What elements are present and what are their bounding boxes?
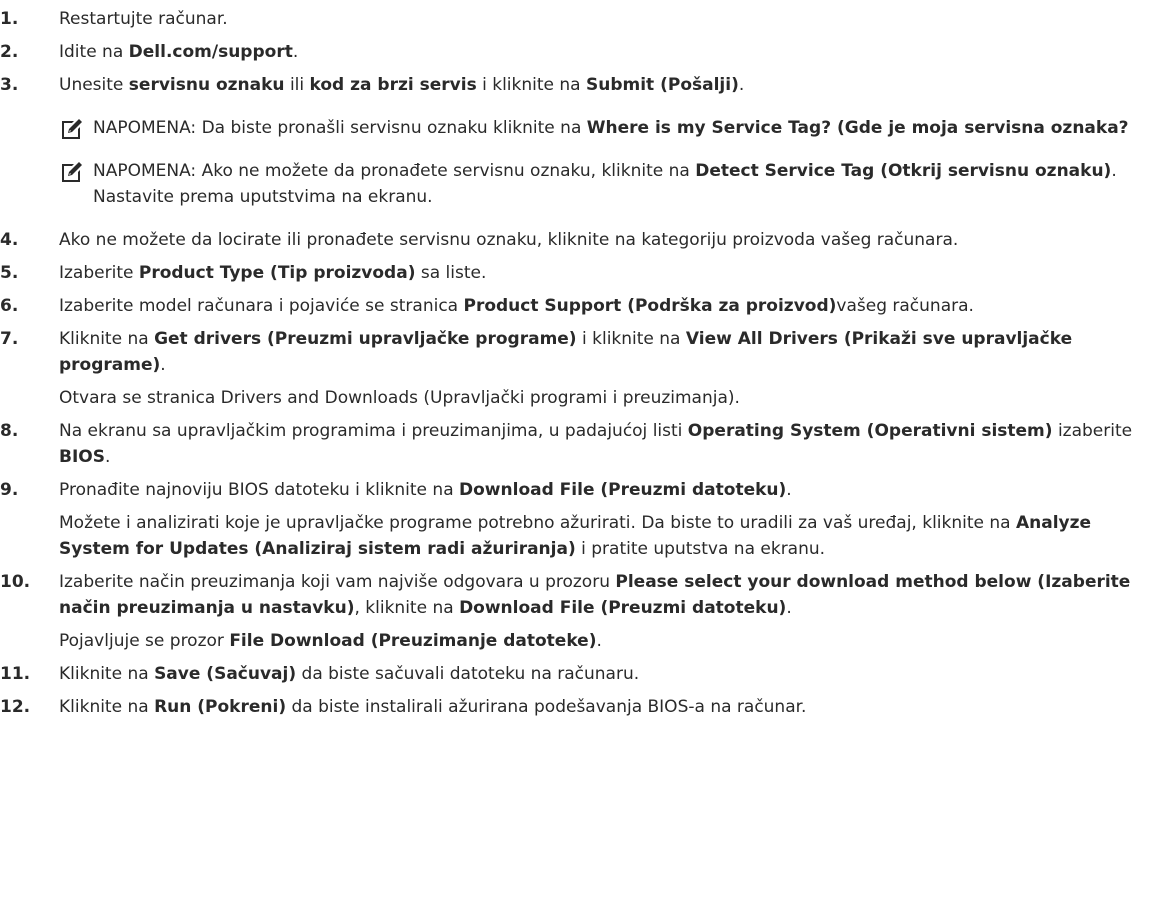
text-run: Izaberite — [59, 263, 139, 283]
bold-term: Product Support (Podrška za proizvod) — [463, 296, 837, 316]
list-item-step: 2. Idite na Dell.com/support. — [0, 39, 1171, 65]
instruction-document: 1. Restartujte računar. 2. Idite na Dell.co… — [0, 0, 1171, 720]
step-number: 10. — [0, 572, 31, 592]
step-number: 7. — [0, 329, 19, 349]
list-item-step: 11. Kliknite na Save (Sačuvaj) da biste s… — [0, 661, 1171, 687]
text-run: Otvara se stranica Drivers and Downloads… — [59, 388, 740, 408]
text-run: . — [292, 42, 299, 62]
step-text: Pronađite najnoviju BIOS datoteku i klik… — [59, 477, 1163, 503]
text-run: Kliknite na — [59, 664, 155, 684]
text-run: Izaberite način preuzimanja koji vam naj… — [59, 572, 616, 592]
list-item-step: 4. Ako ne možete da locirate ili pronađet… — [0, 227, 1171, 253]
step-text: Izaberite način preuzimanja koji vam naj… — [59, 569, 1163, 621]
text-run: , kliknite na — [354, 598, 460, 618]
bold-term: Get drivers (Preuzmi upravljačke program… — [154, 329, 577, 349]
list-item-step: 7. Kliknite na Get drivers (Preuzmi uprav… — [0, 326, 1171, 411]
bold-term: Where is my Service Tag? (Gde je moja se… — [586, 118, 1129, 138]
text-run: Da biste pronašli servisnu oznaku klikni… — [196, 118, 587, 138]
text-run: . — [104, 447, 111, 467]
text-run: Pojavljuje se prozor — [59, 631, 230, 651]
text-run: . — [786, 598, 792, 618]
step-text: Izaberite model računara i pojaviće se s… — [59, 293, 1163, 319]
text-run: . — [738, 75, 745, 95]
step-text: Na ekranu sa upravljačkim programima i p… — [59, 418, 1163, 470]
bold-term: servisnu oznaku — [128, 75, 285, 95]
list-item-step: 9. Pronađite najnoviju BIOS datoteku i kl… — [0, 477, 1171, 562]
note-block: NAPOMENA: Da biste pronašli servisnu ozn… — [0, 115, 1171, 141]
step-followup-text: Otvara se stranica Drivers and Downloads… — [59, 385, 1163, 411]
text-run: Ako ne možete da locirate ili pronađete … — [59, 230, 959, 250]
step-number: 11. — [0, 664, 31, 684]
list-item-step: 8. Na ekranu sa upravljačkim programima i… — [0, 418, 1171, 470]
bold-term: BIOS — [59, 447, 105, 467]
step-text: Kliknite na Run (Pokreni) da biste insta… — [59, 694, 1163, 720]
step-number: 6. — [0, 296, 19, 316]
step-number: 8. — [0, 421, 19, 441]
text-run: Idite na — [59, 42, 129, 62]
note-block: NAPOMENA: Ako ne možete da pronađete ser… — [0, 158, 1171, 210]
step-text: Unesite servisnu oznaku ili kod za brzi … — [59, 72, 1163, 98]
bold-term: kod za brzi servis — [309, 75, 477, 95]
list-item-step: 3. Unesite servisnu oznaku ili kod za brz… — [0, 72, 1171, 98]
list-item-step: 1. Restartujte računar. — [0, 6, 1171, 32]
list-item-step: 10. Izaberite način preuzimanja koji vam … — [0, 569, 1171, 654]
text-run: Možete i analizirati koje je upravljačke… — [59, 513, 1016, 533]
text-run: Izaberite model računara i pojaviće se s… — [59, 296, 464, 316]
step-number: 4. — [0, 230, 19, 250]
text-run: Na ekranu sa upravljačkim programima i p… — [59, 421, 688, 441]
bold-term: Operating System (Operativni sistem) — [687, 421, 1053, 441]
bold-term: Submit (Pošalji) — [585, 75, 739, 95]
note-text: NAPOMENA: Da biste pronašli servisnu ozn… — [93, 118, 1129, 138]
text-run: ili — [284, 75, 310, 95]
text-run: sa liste. — [415, 263, 487, 283]
list-item-step: 6. Izaberite model računara i pojaviće se… — [0, 293, 1171, 319]
step-followup-text: Pojavljuje se prozor File Download (Preu… — [59, 628, 1163, 654]
bold-term: Dell.com/support — [128, 42, 293, 62]
text-run: i pratite uputstva na ekranu. — [575, 539, 826, 559]
text-run: Kliknite na — [59, 697, 155, 717]
text-run: . — [786, 480, 792, 500]
text-run: i kliknite na — [476, 75, 586, 95]
bold-term: Run (Pokreni) — [154, 697, 287, 717]
text-run: Ako ne možete da pronađete servisnu ozna… — [196, 161, 696, 181]
step-text: Ako ne možete da locirate ili pronađete … — [59, 227, 1163, 253]
text-run: izaberite — [1052, 421, 1133, 441]
bold-term: Product Type (Tip proizvoda) — [138, 263, 416, 283]
list-item-step: 12. Kliknite na Run (Pokreni) da biste in… — [0, 694, 1171, 720]
step-text: Izaberite Product Type (Tip proizvoda) s… — [59, 260, 1163, 286]
step-number: 9. — [0, 480, 19, 500]
text-run: da biste sačuvali datoteku na računaru. — [296, 664, 640, 684]
step-number: 1. — [0, 9, 19, 29]
step-number: 3. — [0, 75, 19, 95]
list-item-step: 5. Izaberite Product Type (Tip proizvoda)… — [0, 260, 1171, 286]
bold-term: Download File (Preuzmi datoteku) — [459, 598, 787, 618]
text-run: i kliknite na — [576, 329, 686, 349]
step-text: Kliknite na Get drivers (Preuzmi upravlj… — [59, 326, 1163, 378]
text-run: Pronađite najnoviju BIOS datoteku i klik… — [59, 480, 460, 500]
bold-term: Save (Sačuvaj) — [154, 664, 297, 684]
text-run: Restartujte računar. — [59, 9, 228, 29]
text-run: NAPOMENA: — [93, 118, 197, 138]
text-run: da biste instalirali ažurirana podešavan… — [286, 697, 807, 717]
text-run: . — [160, 355, 166, 375]
step-text: Idite na Dell.com/support. — [59, 39, 1163, 65]
bold-term: File Download (Preuzimanje datoteke) — [229, 631, 597, 651]
pencil-note-icon — [60, 117, 84, 141]
step-number: 12. — [0, 697, 31, 717]
pencil-note-icon — [60, 160, 84, 184]
bold-term: Detect Service Tag (Otkrij servisnu ozna… — [695, 161, 1112, 181]
step-text: Kliknite na Save (Sačuvaj) da biste saču… — [59, 661, 1163, 687]
step-followup-text: Možete i analizirati koje je upravljačke… — [59, 510, 1163, 562]
text-run: NAPOMENA: — [93, 161, 197, 181]
bold-term: Download File (Preuzmi datoteku) — [459, 480, 787, 500]
text-run: Unesite — [59, 75, 129, 95]
step-number: 5. — [0, 263, 19, 283]
text-run: Kliknite na — [59, 329, 155, 349]
note-text: NAPOMENA: Ako ne možete da pronađete ser… — [93, 161, 1117, 207]
step-text: Restartujte računar. — [59, 6, 1163, 32]
text-run: vašeg računara. — [836, 296, 974, 316]
step-number: 2. — [0, 42, 19, 62]
text-run: . — [596, 631, 602, 651]
